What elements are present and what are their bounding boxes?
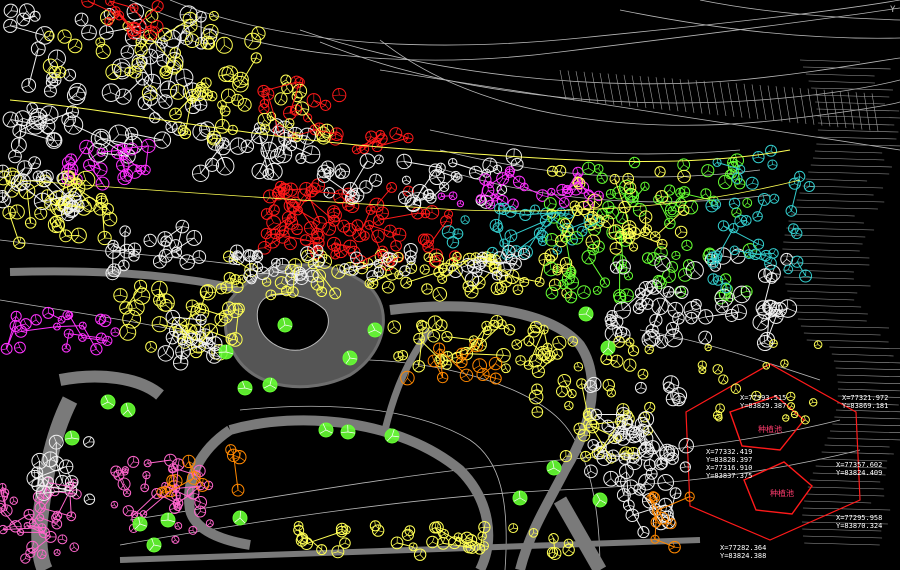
cad-landscape-planting-plan: 种植池 种植池 X=77393.515 Y=83829.387 X=77332.… [0,0,900,570]
